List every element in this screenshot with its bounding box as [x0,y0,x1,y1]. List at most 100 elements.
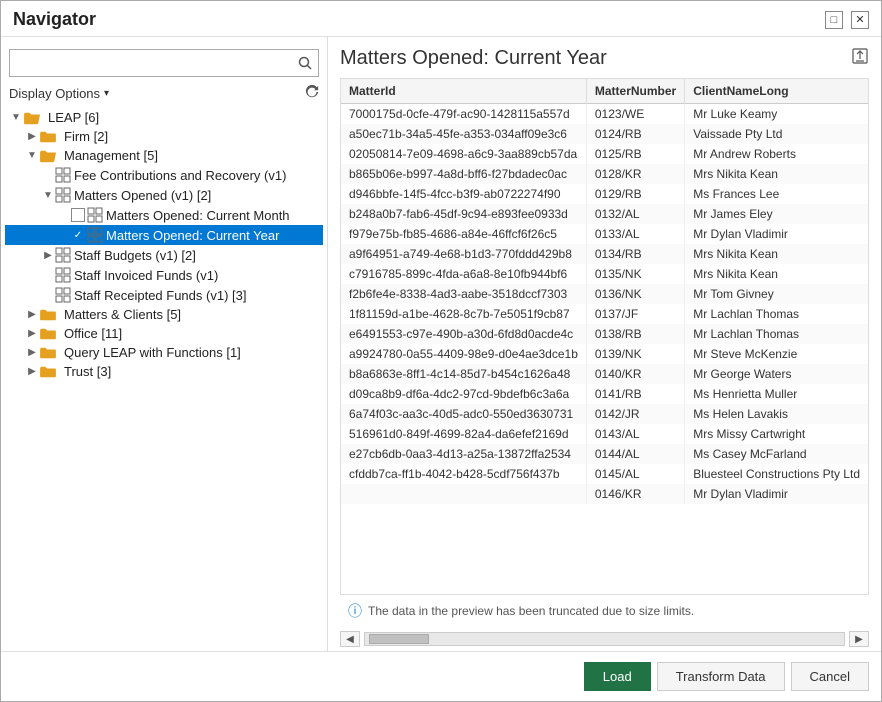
table-row[interactable]: a9924780-0a55-4409-98e9-d0e4ae3dce1b0139… [341,344,868,364]
cell-matternumber: 0124/RB [586,124,684,144]
tree-item-firm[interactable]: ▶ Firm [2] [5,127,323,146]
tree-item-label: Staff Receipted Funds (v1) [3] [74,288,246,303]
cell-matternumber: 0137/JF [586,304,684,324]
transform-data-button[interactable]: Transform Data [657,662,785,691]
tree-item-leap[interactable]: ▼ LEAP [6] [5,108,323,127]
cell-matterid: e6491553-c97e-490b-a30d-6fd8d0acde4c [341,324,586,344]
table-row[interactable]: c7916785-899c-4fda-a6a8-8e10fb944bf60135… [341,264,868,284]
tree-item-label: Matters Opened: Current Year [106,228,279,243]
table-row[interactable]: b865b06e-b997-4a8d-bff6-f27bdadec0ac0128… [341,164,868,184]
chevron-icon: ▼ [25,150,39,161]
display-options-row: Display Options ▾ [1,83,327,108]
right-panel: Matters Opened: Current Year MatterIdMat… [328,37,881,651]
tree-item-office[interactable]: ▶ Office [11] [5,324,323,343]
cell-clientnamelong: Mrs Missy Cartwright [685,424,868,444]
cell-matterid [341,484,586,504]
table-row[interactable]: e6491553-c97e-490b-a30d-6fd8d0acde4c0138… [341,324,868,344]
panel-title: Matters Opened: Current Year [340,47,607,70]
table-row[interactable]: 02050814-7e09-4698-a6c9-3aa889cb57da0125… [341,144,868,164]
tree-item-management[interactable]: ▼ Management [5] [5,146,323,165]
table-row[interactable]: b8a6863e-8ff1-4c14-85d7-b454c1626a480140… [341,364,868,384]
tree-item-matters-opened[interactable]: ▼ Matters Opened (v1) [2] [5,185,323,205]
cell-clientnamelong: Ms Henrietta Muller [685,384,868,404]
tree-item-label: Management [5] [64,148,158,163]
table-row[interactable]: 1f81159d-a1be-4628-8c7b-7e5051f9cb870137… [341,304,868,324]
cell-matternumber: 0144/AL [586,444,684,464]
minimize-button[interactable]: □ [825,11,843,29]
search-input[interactable] [10,52,292,75]
cell-matternumber: 0140/KR [586,364,684,384]
cell-clientnamelong: Mr Luke Keamy [685,104,868,125]
panel-header: Matters Opened: Current Year [340,47,869,70]
chevron-icon: ▶ [25,309,39,320]
export-button[interactable] [851,47,869,70]
info-icon: ⓘ [348,601,362,621]
cell-matternumber: 0125/RB [586,144,684,164]
table-row[interactable]: a9f64951-a749-4e68-b1d3-770fddd429b80134… [341,244,868,264]
search-button[interactable] [292,50,318,76]
checkbox-checked-icon: ✓ [71,228,85,242]
tree-item-staff-budgets[interactable]: ▶ Staff Budgets (v1) [2] [5,245,323,265]
scroll-right-button[interactable]: ▶ [849,631,869,647]
cell-clientnamelong: Mr Steve McKenzie [685,344,868,364]
tree-item-query-leap[interactable]: ▶ Query LEAP with Functions [1] [5,343,323,362]
tree-item-label: Office [11] [64,326,122,341]
scroll-track[interactable] [364,632,845,646]
tree-item-matters-clients[interactable]: ▶ Matters & Clients [5] [5,305,323,324]
table-row[interactable]: f2b6fe4e-8338-4ad3-aabe-3518dccf73030136… [341,284,868,304]
scroll-left-button[interactable]: ◀ [340,631,360,647]
table-row[interactable]: a50ec71b-34a5-45fe-a353-034aff09e3c60124… [341,124,868,144]
table-row[interactable]: 7000175d-0cfe-479f-ac90-1428115a557d0123… [341,104,868,125]
cell-matterid: a9f64951-a749-4e68-b1d3-770fddd429b8 [341,244,586,264]
data-table: MatterIdMatterNumberClientNameLong700017… [341,79,868,504]
table-row[interactable]: e27cb6db-0aa3-4d13-a25a-13872ffa25340144… [341,444,868,464]
tree-item-matters-current-month[interactable]: Matters Opened: Current Month [5,205,323,225]
content-area: Display Options ▾ ▼ LEAP [6]▶ Firm [2]▼ … [1,37,881,651]
tree-area: ▼ LEAP [6]▶ Firm [2]▼ Management [5] Fee… [1,108,327,643]
tree-item-label: Firm [2] [64,129,108,144]
truncated-notice: ⓘ The data in the preview has been trunc… [340,595,869,627]
table-row[interactable]: f979e75b-fb85-4686-a84e-46ffcf6f26c50133… [341,224,868,244]
tree-item-staff-invoiced[interactable]: Staff Invoiced Funds (v1) [5,265,323,285]
horizontal-scrollbar[interactable]: ◀ ▶ [340,627,869,651]
cell-clientnamelong: Mr George Waters [685,364,868,384]
chevron-icon: ▶ [25,347,39,358]
truncated-text: The data in the preview has been truncat… [368,604,694,618]
title-bar-controls: □ ✕ [825,11,869,29]
tree-item-matters-current-year[interactable]: ✓ Matters Opened: Current Year [5,225,323,245]
table-row[interactable]: cfddb7ca-ff1b-4042-b428-5cdf756f437b0145… [341,464,868,484]
tree-item-label: Matters Opened: Current Month [106,208,290,223]
cell-matternumber: 0143/AL [586,424,684,444]
cell-matterid: d946bbfe-14f5-4fcc-b3f9-ab0722274f90 [341,184,586,204]
cell-matterid: 1f81159d-a1be-4628-8c7b-7e5051f9cb87 [341,304,586,324]
refresh-icon [305,85,319,99]
table-row[interactable]: d946bbfe-14f5-4fcc-b3f9-ab0722274f900129… [341,184,868,204]
cell-matternumber: 0145/AL [586,464,684,484]
cell-clientnamelong: Mr Lachlan Thomas [685,324,868,344]
cell-clientnamelong: Mrs Nikita Kean [685,164,868,184]
tree-item-fee-contributions[interactable]: Fee Contributions and Recovery (v1) [5,165,323,185]
cancel-button[interactable]: Cancel [791,662,869,691]
cell-matterid: c7916785-899c-4fda-a6a8-8e10fb944bf6 [341,264,586,284]
cell-matternumber: 0141/RB [586,384,684,404]
load-button[interactable]: Load [584,662,651,691]
display-options-button[interactable]: Display Options ▾ [9,86,109,101]
scroll-thumb[interactable] [369,634,429,644]
table-row[interactable]: 6a74f03c-aa3c-40d5-adc0-550ed36307310142… [341,404,868,424]
cell-matterid: a50ec71b-34a5-45fe-a353-034aff09e3c6 [341,124,586,144]
cell-matternumber: 0123/WE [586,104,684,125]
refresh-button[interactable] [305,85,319,102]
tree-item-staff-receipted[interactable]: Staff Receipted Funds (v1) [3] [5,285,323,305]
column-header-matterid: MatterId [341,79,586,104]
cell-matterid: d09ca8b9-df6a-4dc2-97cd-9bdefb6c3a6a [341,384,586,404]
tree-item-trust[interactable]: ▶ Trust [3] [5,362,323,381]
table-row[interactable]: 516961d0-849f-4699-82a4-da6efef2169d0143… [341,424,868,444]
table-row[interactable]: 0146/KRMr Dylan Vladimir [341,484,868,504]
left-panel: Display Options ▾ ▼ LEAP [6]▶ Firm [2]▼ … [1,37,328,651]
data-table-container: MatterIdMatterNumberClientNameLong700017… [340,78,869,595]
cell-matterid: cfddb7ca-ff1b-4042-b428-5cdf756f437b [341,464,586,484]
table-row[interactable]: b248a0b7-fab6-45df-9c94-e893fee0933d0132… [341,204,868,224]
cell-matterid: 7000175d-0cfe-479f-ac90-1428115a557d [341,104,586,125]
close-button[interactable]: ✕ [851,11,869,29]
table-row[interactable]: d09ca8b9-df6a-4dc2-97cd-9bdefb6c3a6a0141… [341,384,868,404]
